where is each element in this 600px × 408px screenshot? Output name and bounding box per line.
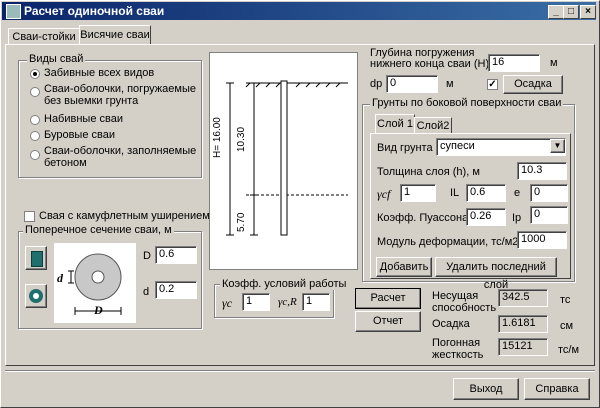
radio-bored-piles[interactable] [30, 131, 40, 141]
Ip-label: Ip [512, 212, 522, 224]
poisson-label: Коэфф. Пуассона [377, 212, 469, 224]
radio-filled-shell-piles[interactable] [30, 150, 40, 160]
radio-cast-piles[interactable] [30, 115, 40, 125]
tab-layer-1[interactable]: Слой 1 [375, 114, 415, 134]
IL-label: IL [450, 187, 460, 199]
d-input[interactable]: 0.2 [155, 281, 197, 299]
work-coef-title: Коэфф. условий работы [220, 278, 349, 290]
fig-d-label: d [57, 271, 63, 285]
camouflet-checkbox[interactable] [24, 211, 35, 222]
camouflet-label: Свая с камуфлетным уширением [39, 210, 210, 222]
layer1-depth-label: 10.30 [236, 126, 247, 152]
soil-type-value: супеси [440, 140, 475, 152]
pile-types-title: Виды свай [27, 53, 86, 65]
add-layer-button[interactable]: Добавить [376, 257, 432, 277]
soils-title: Грунты по боковой поверхности сваи [370, 97, 564, 109]
radio-driven-piles[interactable] [30, 69, 40, 79]
soil-type-select[interactable]: супеси ▼ [436, 138, 566, 156]
D-input[interactable]: 0.6 [155, 246, 197, 264]
radio-label: Сваи-оболочки, погружаемые без выемки гр… [44, 83, 196, 107]
depth-label: Глубина погружения нижнего конца сваи (H… [370, 47, 490, 70]
tab-end-bearing-piles[interactable]: Сваи-стойки [8, 28, 80, 45]
square-section-button[interactable] [25, 246, 47, 270]
app-icon [6, 4, 21, 19]
modulus-label: Модуль деформации, тс/м2 [377, 236, 519, 248]
pile-length-label: H= 16.00 [212, 117, 223, 158]
gcf-input[interactable]: 1 [400, 184, 436, 202]
depth-input[interactable]: 16 [488, 54, 540, 72]
settlement-unit: см [560, 320, 574, 332]
e-label: e [514, 187, 521, 199]
radio-shell-piles[interactable] [30, 87, 40, 97]
square-section-icon [31, 251, 43, 267]
dp-unit: м [446, 78, 454, 90]
tab-friction-piles[interactable]: Висячие сваи [79, 25, 151, 45]
radio-label: Сваи-оболочки, заполняемые бетоном [44, 145, 197, 169]
gc-input[interactable]: 1 [242, 293, 270, 311]
settlement-button[interactable]: Осадка [503, 75, 563, 94]
radio-label: Набивные сваи [44, 113, 123, 125]
D-label: D [143, 250, 151, 262]
report-button[interactable]: Отчет [355, 311, 421, 332]
exit-button[interactable]: Выход [453, 378, 519, 400]
delete-last-layer-button[interactable]: Удалить последний слой [435, 257, 557, 291]
e-input[interactable]: 0 [530, 184, 568, 202]
window-title: Расчет одиночной сваи [24, 4, 165, 18]
soil-type-label: Вид грунта [377, 142, 433, 154]
depth-unit: м [550, 57, 558, 69]
close-button[interactable]: × [580, 5, 596, 19]
poisson-input[interactable]: 0.26 [466, 208, 506, 226]
gcr-input[interactable]: 1 [302, 293, 330, 311]
thickness-label: Толщина слоя (h), м [377, 166, 480, 178]
radio-label: Буровые сваи [44, 129, 115, 141]
ring-section-button[interactable] [25, 284, 47, 308]
d-label: d [143, 286, 150, 298]
dp-label: dp [370, 78, 383, 90]
settlement-value: 1.6181 [498, 315, 548, 333]
gcf-label: γcf [377, 187, 391, 201]
fig-D-label: D [94, 303, 103, 317]
stiffness-label: Погонная жесткость [432, 337, 484, 361]
tab-layer-2[interactable]: Слой2 [414, 117, 452, 134]
bottom-separator [5, 370, 595, 372]
thickness-input[interactable]: 10.3 [517, 162, 567, 180]
capacity-unit: тс [560, 294, 571, 306]
dp-input[interactable]: 0 [386, 75, 438, 93]
maximize-button[interactable]: □ [563, 5, 579, 19]
chevron-down-icon[interactable]: ▼ [550, 139, 565, 153]
layer2-depth-label: 5.70 [236, 212, 247, 232]
title-bar: Расчет одиночной сваи _ □ × [2, 2, 596, 20]
IL-input[interactable]: 0.6 [466, 184, 506, 202]
settlement-checkbox[interactable]: ✓ [487, 79, 498, 90]
capacity-value: 342.5 [498, 289, 548, 307]
capacity-label: Несущая способность [432, 290, 497, 314]
pile-drawing [209, 52, 358, 270]
pile-drawing-svg [226, 80, 348, 236]
cross-section-title: Поперечное сечение сваи, м [23, 224, 174, 236]
calculate-button[interactable]: Расчет [355, 288, 421, 309]
ring-section-icon [29, 289, 43, 303]
radio-label: Забивные всех видов [44, 67, 155, 79]
settlement-result-label: Осадка [432, 318, 470, 330]
gcr-label: γc,R [278, 296, 297, 308]
help-button[interactable]: Справка [524, 378, 590, 400]
gc-label: γc [222, 296, 233, 310]
Ip-input[interactable]: 0 [530, 206, 568, 224]
modulus-input[interactable]: 1000 [517, 231, 567, 249]
stiffness-unit: тс/м [558, 344, 580, 356]
minimize-button[interactable]: _ [548, 5, 564, 19]
stiffness-value: 15121 [498, 338, 548, 356]
